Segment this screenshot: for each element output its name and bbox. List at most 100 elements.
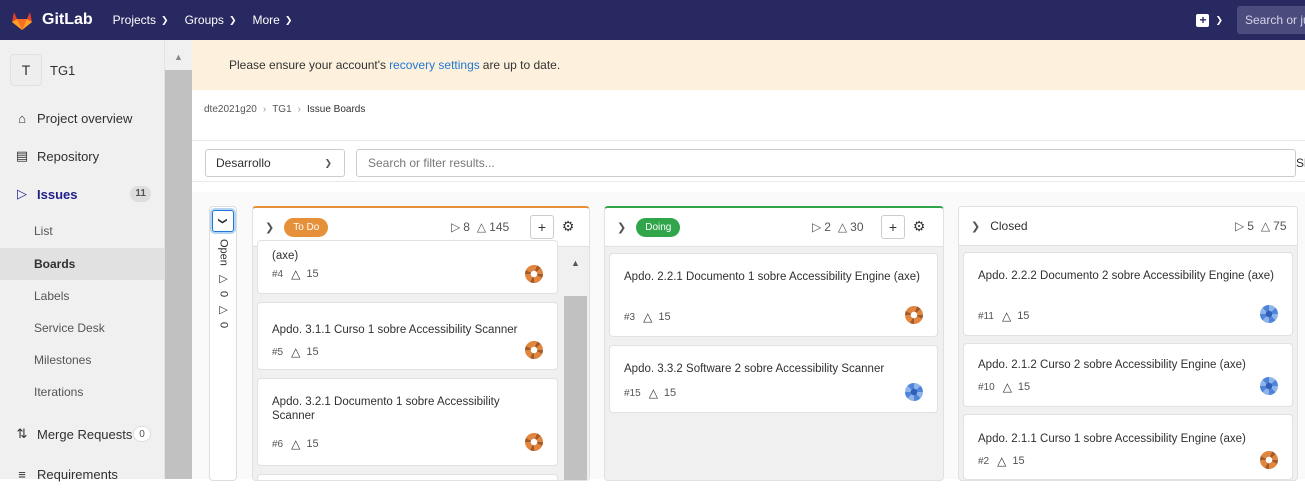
issue-card[interactable]: Apdo. 3.2.1 Documento 1 sobre Accessibil… xyxy=(257,378,558,466)
sidebar-subitem-milestones[interactable]: Milestones xyxy=(0,344,165,376)
weight-icon: △ xyxy=(291,345,301,359)
breadcrumb-separator-icon: › xyxy=(262,104,267,115)
issue-card[interactable]: Apdo. 3.1.1 Curso 1 sobre Accessibility … xyxy=(257,302,558,370)
issue-card-title[interactable]: Apdo. 2.1.2 Curso 2 sobre Accessibility … xyxy=(978,358,1246,372)
sidebar-scrollbar-thumb[interactable] xyxy=(165,70,192,479)
issue-card[interactable]: Apdo. 2.1.1 Curso 1 sobre Accessibility … xyxy=(963,414,1293,480)
navbar-right: + ❯ Search or ju xyxy=(1196,0,1305,40)
issue-id: #6 xyxy=(272,438,284,450)
issue-card[interactable]: Apdo. 3.3.2 Software 2 sobre Accessibili… xyxy=(609,345,938,413)
breadcrumb-group[interactable]: dte2021g20 xyxy=(204,104,257,115)
expand-list-toggle[interactable]: ❯ xyxy=(212,210,234,232)
issues-icon: ▷ xyxy=(1235,219,1245,233)
sidebar-item-issues[interactable]: ▷ Issues 11 xyxy=(0,178,165,210)
sidebar-item-repository[interactable]: ▤ Repository xyxy=(0,140,165,172)
chevron-down-icon: ❯ xyxy=(228,14,237,25)
issue-card-meta: #10 △ 15 xyxy=(978,380,1030,394)
weight-icon: △ xyxy=(291,437,301,451)
new-dropdown-button[interactable]: + ❯ xyxy=(1196,13,1223,27)
issue-weight: 15 xyxy=(663,387,677,399)
filter-search-input[interactable]: Search or filter results... xyxy=(356,149,1296,177)
issues-icon: ▷ xyxy=(217,271,229,285)
sidebar-item-label: Project overview xyxy=(37,110,133,126)
list-scrollbar[interactable]: ▲ xyxy=(562,248,589,480)
issue-id: #4 xyxy=(272,268,284,280)
sidebar-item-merge-requests[interactable]: ⇅ Merge Requests 0 xyxy=(0,418,165,450)
list-settings-button[interactable]: ⚙ xyxy=(556,215,580,239)
issue-card-title[interactable]: Apdo. 2.2.2 Documento 2 sobre Accessibil… xyxy=(978,269,1283,283)
recovery-settings-link[interactable]: recovery settings xyxy=(389,58,480,72)
weight-icon: △ xyxy=(997,454,1007,468)
list-scrollbar-thumb[interactable] xyxy=(564,296,587,480)
assignee-avatar[interactable] xyxy=(905,383,923,401)
issue-card-title[interactable]: Apdo. 2.1.1 Curso 1 sobre Accessibility … xyxy=(978,432,1246,446)
home-icon: ⌂ xyxy=(18,110,26,126)
issue-weight: 15 xyxy=(658,311,671,323)
sidebar-subitem-boards[interactable]: Boards xyxy=(0,248,165,280)
chevron-right-icon[interactable]: ❯ xyxy=(971,220,980,233)
plus-square-icon: + xyxy=(1196,13,1210,27)
list-label-pill[interactable]: Doing xyxy=(636,217,681,237)
open-list-collapsed[interactable]: ❯ Open ▷ 0 ▷ 0 xyxy=(209,206,237,481)
issue-card-title[interactable]: Apdo. 2.2.1 Documento 1 sobre Accessibil… xyxy=(624,270,924,284)
list-label-pill[interactable]: To Do xyxy=(284,217,329,237)
sidebar-subitem-service-desk[interactable]: Service Desk xyxy=(0,312,165,344)
nav-projects[interactable]: Projects ❯ xyxy=(113,13,169,27)
project-name: TG1 xyxy=(50,62,76,78)
sidebar-subitem-iterations[interactable]: Iterations xyxy=(0,376,165,408)
list-title[interactable]: Closed xyxy=(990,219,1027,233)
project-header[interactable]: T TG1 xyxy=(0,40,164,100)
issue-card-title[interactable]: Apdo. 3.3.2 Software 2 sobre Accessibili… xyxy=(624,362,884,376)
issue-card[interactable]: (axe) #4 △ 15 xyxy=(257,240,558,294)
plus-icon: + xyxy=(888,219,898,235)
alert-text-after: are up to date. xyxy=(482,58,561,72)
issue-card[interactable]: Apdo. 2.2.2 Documento 2 sobre Accessibil… xyxy=(963,252,1293,336)
issue-id: #2 xyxy=(978,455,990,467)
add-issue-button[interactable]: + xyxy=(530,215,554,239)
chevron-down-icon: ❯ xyxy=(284,14,293,25)
assignee-avatar[interactable] xyxy=(1260,305,1278,323)
list-settings-button[interactable]: ⚙ xyxy=(907,215,931,239)
sidebar-scrollbar[interactable]: ▲ xyxy=(165,40,192,479)
assignee-avatar[interactable] xyxy=(525,433,543,451)
breadcrumb-current[interactable]: Issue Boards xyxy=(307,104,365,115)
sidebar-item-requirements[interactable]: ≡ Requirements xyxy=(0,458,165,490)
board-selector-dropdown[interactable]: Desarrollo ❯ xyxy=(205,149,345,177)
issue-card-title[interactable]: (axe) xyxy=(272,249,298,263)
sidebar-item-label: Requirements xyxy=(37,466,118,482)
assignee-avatar[interactable] xyxy=(1260,377,1278,395)
global-search-input[interactable]: Search or ju xyxy=(1237,6,1305,34)
issue-card-title[interactable]: Apdo. 3.2.1 Documento 1 sobre Accessibil… xyxy=(272,395,542,423)
board-filter-bar: Desarrollo ❯ Search or filter results...… xyxy=(192,140,1305,182)
assignee-avatar[interactable] xyxy=(525,341,543,359)
nav-more[interactable]: More ❯ xyxy=(252,13,292,27)
scroll-up-arrow-icon[interactable]: ▲ xyxy=(165,52,192,62)
issue-card-meta: #3 △ 15 xyxy=(624,310,671,324)
alert-text-before: Please ensure your account's xyxy=(229,58,387,72)
chevron-down-icon: ❯ xyxy=(217,217,228,225)
sidebar-item-project-overview[interactable]: ⌂ Project overview xyxy=(0,102,165,134)
sidebar-subitem-labels[interactable]: Labels xyxy=(0,280,165,312)
assignee-avatar[interactable] xyxy=(905,306,923,324)
issues-icon: ▷ xyxy=(812,220,822,234)
issue-card[interactable]: Apdo. 2.1.2 Curso 2 sobre Accessibility … xyxy=(963,343,1293,407)
sidebar-subitem-list[interactable]: List xyxy=(0,215,165,247)
chevron-right-icon[interactable]: ❯ xyxy=(265,221,274,234)
issue-card[interactable]: Apdo. 2.2.1 Documento 1 sobre Accessibil… xyxy=(609,253,938,337)
assignee-avatar[interactable] xyxy=(1260,451,1278,469)
list-stats: ▷ 2 △ 30 xyxy=(812,220,871,234)
scroll-up-arrow-icon[interactable]: ▲ xyxy=(562,258,589,268)
chevron-right-icon[interactable]: ❯ xyxy=(617,221,626,234)
issue-card-title[interactable]: Apdo. 3.1.1 Curso 1 sobre Accessibility … xyxy=(272,323,517,337)
issue-id: #11 xyxy=(978,310,994,322)
weight-icon: △ xyxy=(1002,380,1012,394)
issue-card-meta: #15 △ 15 xyxy=(624,386,676,400)
gitlab-logo[interactable]: GitLab xyxy=(10,9,93,31)
breadcrumb-project[interactable]: TG1 xyxy=(272,104,291,115)
assignee-avatar[interactable] xyxy=(525,265,543,283)
sort-control[interactable]: Sl xyxy=(1296,156,1305,170)
add-issue-button[interactable]: + xyxy=(881,215,905,239)
nav-groups[interactable]: Groups ❯ xyxy=(185,13,237,27)
issue-card[interactable] xyxy=(257,474,558,480)
document-icon: ▤ xyxy=(15,148,29,163)
